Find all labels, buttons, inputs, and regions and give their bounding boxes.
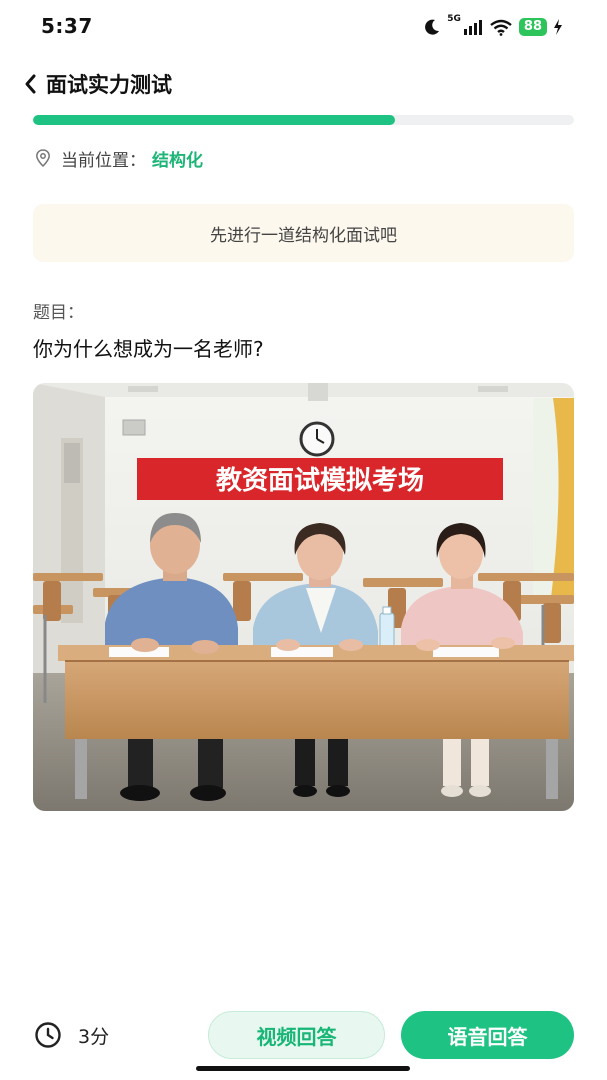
back-button[interactable] bbox=[18, 70, 42, 98]
charging-icon bbox=[554, 19, 562, 35]
timer: 3分 bbox=[34, 1021, 109, 1049]
notice-banner: 先进行一道结构化面试吧 bbox=[33, 204, 574, 262]
network-label: 5G bbox=[447, 14, 461, 24]
voice-answer-button[interactable]: 语音回答 bbox=[401, 1011, 574, 1059]
location-value: 结构化 bbox=[152, 150, 203, 171]
location-pin-icon bbox=[36, 149, 50, 167]
question-label: 题目： bbox=[33, 303, 84, 323]
current-location: 当前位置： 结构化 bbox=[35, 146, 203, 171]
interview-room-image: 教资面试模拟考场 bbox=[33, 383, 574, 811]
banner-text: 教资面试模拟考场 bbox=[216, 466, 424, 496]
video-answer-button[interactable]: 视频回答 bbox=[208, 1011, 385, 1059]
clock-icon bbox=[35, 1022, 61, 1048]
location-label: 当前位置： bbox=[61, 150, 146, 171]
status-bar: 5:37 5G 88 bbox=[0, 0, 607, 54]
timer-text: 3分 bbox=[78, 1025, 110, 1048]
bottom-bar: 3分 视频回答 语音回答 bbox=[0, 1005, 607, 1067]
progress-fill bbox=[33, 115, 396, 125]
header: 面试实力测试 bbox=[0, 62, 607, 106]
page-title: 面试实力测试 bbox=[46, 73, 172, 97]
status-icons: 5G 88 bbox=[423, 14, 563, 40]
battery-indicator: 88 bbox=[518, 18, 547, 36]
home-indicator bbox=[196, 1066, 410, 1071]
notice-text: 先进行一道结构化面试吧 bbox=[210, 225, 397, 246]
moon-icon bbox=[425, 19, 440, 35]
question-text: 你为什么想成为一名老师? bbox=[33, 337, 264, 361]
progress-bar bbox=[33, 115, 574, 125]
signal-icon bbox=[463, 20, 482, 35]
status-time: 5:37 bbox=[41, 14, 93, 38]
interview-room-illustration: 教资面试模拟考场 bbox=[33, 383, 574, 811]
wifi-icon bbox=[490, 19, 512, 36]
chevron-left-icon bbox=[25, 74, 36, 94]
